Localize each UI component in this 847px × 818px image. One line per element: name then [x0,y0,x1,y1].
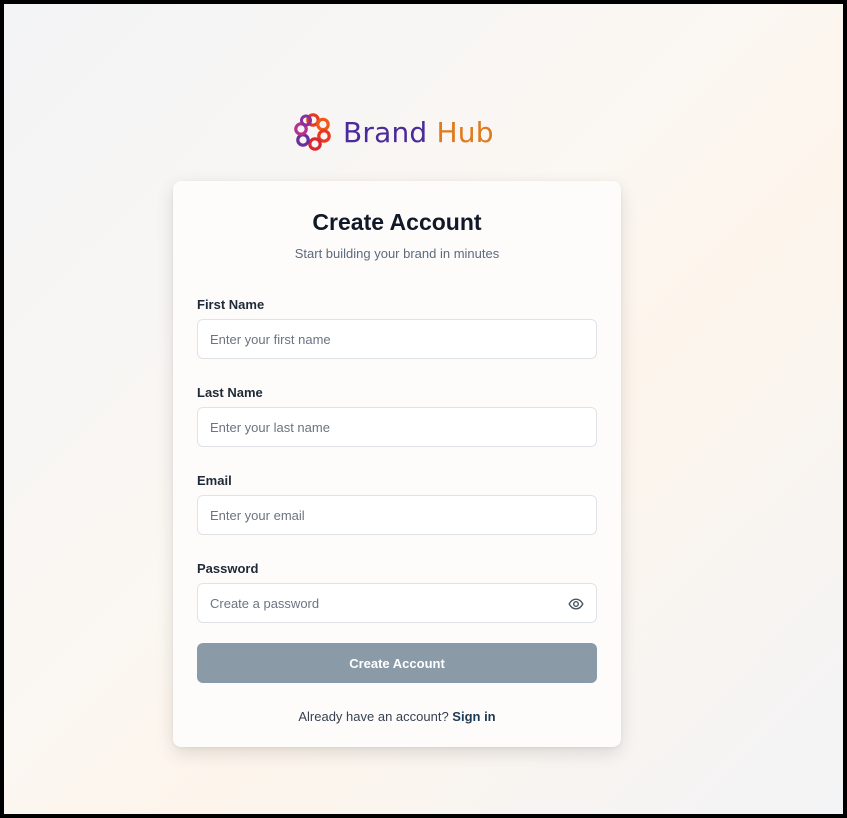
email-label: Email [197,473,232,488]
email-input[interactable] [198,496,596,534]
sign-in-link[interactable]: Sign in [452,709,495,724]
page-background: Brand Hub Create Account Start building … [4,4,843,814]
brand-name-part1: Brand [343,115,428,149]
first-name-field-wrapper [197,319,597,359]
flower-logo-icon [294,113,331,151]
password-input[interactable] [198,584,596,622]
eye-icon[interactable] [568,596,584,612]
brand-name-part2: Hub [436,115,494,149]
password-label: Password [197,561,259,576]
brand-name: Brand Hub [343,116,494,149]
first-name-label: First Name [197,297,265,312]
email-field-wrapper [197,495,597,535]
form-title: Create Account [312,209,482,235]
last-name-label: Last Name [197,385,263,400]
first-name-input[interactable] [198,320,596,358]
last-name-input[interactable] [198,408,596,446]
brand-logo: Brand Hub [291,108,494,156]
signin-prompt-text: Already have an account? [298,709,449,724]
form-subtitle: Start building your brand in minutes [294,246,500,261]
signup-card: Create Account Start building your brand… [173,181,621,747]
create-account-button[interactable]: Create Account [197,643,597,683]
password-field-wrapper [197,583,597,623]
last-name-field-wrapper [197,407,597,447]
signin-prompt: Already have an account? Sign in [173,709,621,724]
